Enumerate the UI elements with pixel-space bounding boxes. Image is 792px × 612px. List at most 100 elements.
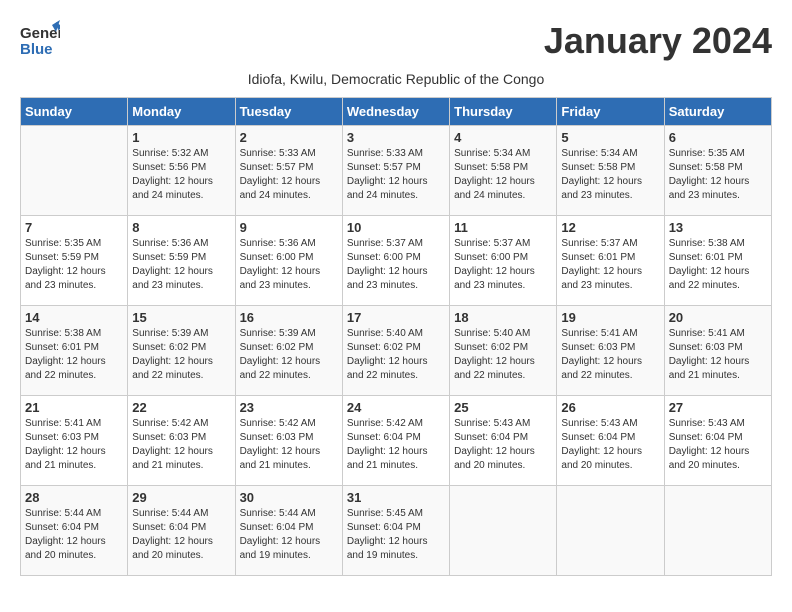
day-cell: 10 Sunrise: 5:37 AMSunset: 6:00 PMDayligh… [342,216,449,306]
day-cell: 23 Sunrise: 5:42 AMSunset: 6:03 PMDayligh… [235,396,342,486]
calendar-table: SundayMondayTuesdayWednesdayThursdayFrid… [20,97,772,576]
day-number: 12 [561,220,659,235]
day-cell [664,486,771,576]
day-cell: 29 Sunrise: 5:44 AMSunset: 6:04 PMDayligh… [128,486,235,576]
day-info: Sunrise: 5:42 AMSunset: 6:03 PMDaylight:… [240,417,338,473]
calendar-header-row: SundayMondayTuesdayWednesdayThursdayFrid… [21,98,772,126]
day-number: 6 [669,130,767,145]
day-cell: 20 Sunrise: 5:41 AMSunset: 6:03 PMDayligh… [664,306,771,396]
day-info: Sunrise: 5:40 AMSunset: 6:02 PMDaylight:… [347,327,445,383]
day-cell: 14 Sunrise: 5:38 AMSunset: 6:01 PMDayligh… [21,306,128,396]
day-number: 23 [240,400,338,415]
day-cell: 30Sunrise: 5:44 AMSunset: 6:04 PMDayligh… [235,486,342,576]
day-cell: 9Sunrise: 5:36 AMSunset: 6:00 PMDaylight… [235,216,342,306]
day-number: 26 [561,400,659,415]
calendar-body: 1Sunrise: 5:32 AMSunset: 5:56 PMDaylight… [21,126,772,576]
day-cell: 24Sunrise: 5:42 AMSunset: 6:04 PMDayligh… [342,396,449,486]
day-cell: 4 Sunrise: 5:34 AMSunset: 5:58 PMDaylight… [450,126,557,216]
day-info: Sunrise: 5:44 AMSunset: 6:04 PMDaylight:… [25,507,123,563]
day-cell: 15 Sunrise: 5:39 AMSunset: 6:02 PMDayligh… [128,306,235,396]
day-number: 5 [561,130,659,145]
week-row-1: 1Sunrise: 5:32 AMSunset: 5:56 PMDaylight… [21,126,772,216]
col-header-wednesday: Wednesday [342,98,449,126]
week-row-3: 14 Sunrise: 5:38 AMSunset: 6:01 PMDayligh… [21,306,772,396]
day-info: Sunrise: 5:38 AMSunset: 6:01 PMDaylight:… [25,327,123,383]
day-info: Sunrise: 5:34 AMSunset: 5:58 PMDaylight:… [561,147,659,203]
day-info: Sunrise: 5:41 AMSunset: 6:03 PMDaylight:… [669,327,767,383]
subtitle: Idiofa, Kwilu, Democratic Republic of th… [20,71,772,87]
day-number: 21 [25,400,123,415]
day-cell: 3Sunrise: 5:33 AMSunset: 5:57 PMDaylight… [342,126,449,216]
day-info: Sunrise: 5:43 AMSunset: 6:04 PMDaylight:… [561,417,659,473]
day-info: Sunrise: 5:35 AMSunset: 5:58 PMDaylight:… [669,147,767,203]
day-cell: 18Sunrise: 5:40 AMSunset: 6:02 PMDayligh… [450,306,557,396]
day-info: Sunrise: 5:44 AMSunset: 6:04 PMDaylight:… [132,507,230,563]
day-cell: 5 Sunrise: 5:34 AMSunset: 5:58 PMDaylight… [557,126,664,216]
day-cell: 17Sunrise: 5:40 AMSunset: 6:02 PMDayligh… [342,306,449,396]
day-cell: 7Sunrise: 5:35 AMSunset: 5:59 PMDaylight… [21,216,128,306]
day-info: Sunrise: 5:35 AMSunset: 5:59 PMDaylight:… [25,237,123,293]
day-cell [450,486,557,576]
day-number: 10 [347,220,445,235]
day-cell: 13Sunrise: 5:38 AMSunset: 6:01 PMDayligh… [664,216,771,306]
month-title: January 2024 [544,20,772,62]
week-row-2: 7Sunrise: 5:35 AMSunset: 5:59 PMDaylight… [21,216,772,306]
day-number: 4 [454,130,552,145]
day-cell: 27Sunrise: 5:43 AMSunset: 6:04 PMDayligh… [664,396,771,486]
day-cell [21,126,128,216]
day-cell: 11Sunrise: 5:37 AMSunset: 6:00 PMDayligh… [450,216,557,306]
day-cell: 26 Sunrise: 5:43 AMSunset: 6:04 PMDayligh… [557,396,664,486]
day-cell: 1Sunrise: 5:32 AMSunset: 5:56 PMDaylight… [128,126,235,216]
day-cell: 12 Sunrise: 5:37 AMSunset: 6:01 PMDayligh… [557,216,664,306]
day-cell: 6 Sunrise: 5:35 AMSunset: 5:58 PMDaylight… [664,126,771,216]
day-number: 19 [561,310,659,325]
day-cell: 2 Sunrise: 5:33 AMSunset: 5:57 PMDaylight… [235,126,342,216]
day-number: 29 [132,490,230,505]
logo-icon: General Blue [20,20,60,65]
day-cell: 25 Sunrise: 5:43 AMSunset: 6:04 PMDayligh… [450,396,557,486]
week-row-5: 28 Sunrise: 5:44 AMSunset: 6:04 PMDayligh… [21,486,772,576]
day-cell: 28 Sunrise: 5:44 AMSunset: 6:04 PMDayligh… [21,486,128,576]
week-row-4: 21 Sunrise: 5:41 AMSunset: 6:03 PMDayligh… [21,396,772,486]
day-number: 24 [347,400,445,415]
day-info: Sunrise: 5:42 AMSunset: 6:03 PMDaylight:… [132,417,230,473]
day-info: Sunrise: 5:39 AMSunset: 6:02 PMDaylight:… [240,327,338,383]
day-number: 9 [240,220,338,235]
col-header-tuesday: Tuesday [235,98,342,126]
day-number: 2 [240,130,338,145]
day-info: Sunrise: 5:33 AMSunset: 5:57 PMDaylight:… [240,147,338,203]
day-number: 18 [454,310,552,325]
day-number: 30 [240,490,338,505]
day-info: Sunrise: 5:43 AMSunset: 6:04 PMDaylight:… [669,417,767,473]
day-number: 15 [132,310,230,325]
day-info: Sunrise: 5:32 AMSunset: 5:56 PMDaylight:… [132,147,230,203]
day-info: Sunrise: 5:39 AMSunset: 6:02 PMDaylight:… [132,327,230,383]
day-number: 8 [132,220,230,235]
day-number: 14 [25,310,123,325]
day-info: Sunrise: 5:34 AMSunset: 5:58 PMDaylight:… [454,147,552,203]
day-info: Sunrise: 5:37 AMSunset: 6:01 PMDaylight:… [561,237,659,293]
page-header: General Blue January 2024 [20,20,772,65]
day-info: Sunrise: 5:43 AMSunset: 6:04 PMDaylight:… [454,417,552,473]
day-info: Sunrise: 5:41 AMSunset: 6:03 PMDaylight:… [561,327,659,383]
day-number: 25 [454,400,552,415]
day-cell: 8 Sunrise: 5:36 AMSunset: 5:59 PMDaylight… [128,216,235,306]
day-number: 20 [669,310,767,325]
day-info: Sunrise: 5:41 AMSunset: 6:03 PMDaylight:… [25,417,123,473]
col-header-sunday: Sunday [21,98,128,126]
day-number: 28 [25,490,123,505]
day-cell: 19 Sunrise: 5:41 AMSunset: 6:03 PMDayligh… [557,306,664,396]
svg-text:Blue: Blue [20,41,53,58]
day-number: 11 [454,220,552,235]
day-info: Sunrise: 5:37 AMSunset: 6:00 PMDaylight:… [347,237,445,293]
day-cell: 21 Sunrise: 5:41 AMSunset: 6:03 PMDayligh… [21,396,128,486]
day-cell: 22 Sunrise: 5:42 AMSunset: 6:03 PMDayligh… [128,396,235,486]
day-number: 22 [132,400,230,415]
day-cell [557,486,664,576]
col-header-friday: Friday [557,98,664,126]
logo: General Blue [20,20,60,65]
day-info: Sunrise: 5:36 AMSunset: 5:59 PMDaylight:… [132,237,230,293]
day-number: 3 [347,130,445,145]
day-number: 13 [669,220,767,235]
col-header-saturday: Saturday [664,98,771,126]
